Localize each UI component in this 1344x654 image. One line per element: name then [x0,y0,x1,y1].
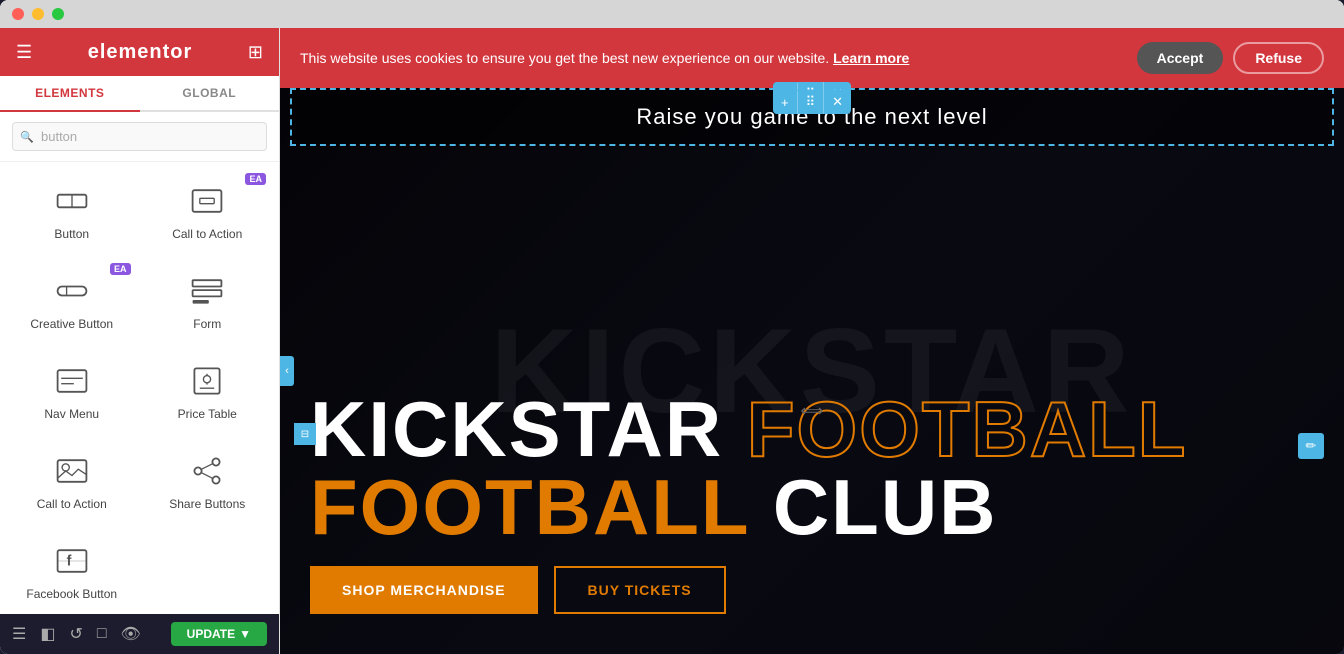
widget-price-table[interactable]: Price Table [140,346,276,436]
minimize-dot[interactable] [32,8,44,20]
widget-form[interactable]: Form [140,256,276,346]
learn-more-link[interactable]: Learn more [833,50,909,66]
edit-widget-btn[interactable]: ✏ [1298,433,1324,459]
resize-handle[interactable]: ⟺ [801,401,824,421]
nav-icon [52,361,92,401]
title-bar [0,0,1344,28]
share-icon [187,451,227,491]
grid-icon[interactable]: ⊞ [248,42,263,63]
search-bar [0,112,279,162]
widget-button-label: Button [54,227,89,241]
fb-icon: f [52,541,92,581]
preview-icon[interactable]: 👁 [121,624,141,644]
chevron-down-icon: ▼ [239,627,251,641]
layers-icon[interactable]: ◧ [40,624,55,644]
hamburger-icon[interactable]: ☰ [16,42,32,63]
close-row-btn[interactable]: ✕ [824,90,851,114]
hero-title-right: CLUB [773,463,998,551]
widget-share-buttons[interactable]: Share Buttons [140,436,276,526]
refuse-button[interactable]: Refuse [1233,42,1324,74]
search-input[interactable] [12,122,267,151]
accept-button[interactable]: Accept [1137,42,1224,74]
widget-form-label: Form [193,317,221,331]
widget-facebook-button[interactable]: f Facebook Button [4,526,140,614]
widget-share-label: Share Buttons [169,497,245,511]
tab-global[interactable]: GLOBAL [140,76,280,110]
buy-tickets-button[interactable]: BUY TICKETS [554,566,726,614]
creative-btn-icon [52,271,92,311]
update-button[interactable]: UPDATE ▼ [171,622,267,646]
widget-call-to-action[interactable]: EA Call to Action [140,166,276,256]
window: ☰ elementor ⊞ ELEMENTS GLOBAL [0,0,1344,654]
button-icon [52,181,92,221]
add-row-btn[interactable]: + [773,91,798,114]
svg-text:f: f [66,554,71,570]
tab-elements[interactable]: ELEMENTS [0,76,140,112]
cookie-text: This website uses cookies to ensure you … [300,50,909,66]
widget-creative-btn-label: Creative Button [30,317,113,331]
close-dot[interactable] [12,8,24,20]
canvas-area: This website uses cookies to ensure you … [280,28,1344,654]
canvas-content: KICKSTAR Raise you game to the next leve… [280,88,1344,654]
hero-title-mid: FOOTBALL [747,385,1186,473]
cta2-icon [52,451,92,491]
hero-buttons: SHOP MERCHANDISE BUY TICKETS [310,566,1314,614]
move-row-btn[interactable]: ⠿ [798,90,825,114]
widget-fb-label: Facebook Button [26,587,117,601]
widget-button[interactable]: Button [4,166,140,256]
hero-title-left: KICKSTAR [310,385,723,473]
widget-cta-label: Call to Action [172,227,242,241]
widget-grid: Button EA Call to Action EA [0,162,279,614]
history-icon[interactable]: ↺ [69,624,82,644]
sidebar: ☰ elementor ⊞ ELEMENTS GLOBAL [0,28,280,654]
expand-dot[interactable] [52,8,64,20]
cookie-banner: This website uses cookies to ensure you … [280,28,1344,88]
shop-merchandise-button[interactable]: SHOP MERCHANDISE [310,566,538,614]
widget-price-label: Price Table [178,407,237,421]
section-toolbar-mid: + ⠿ ✕ [773,90,851,114]
ea-badge: EA [245,173,266,185]
sidebar-header: ☰ elementor ⊞ [0,28,279,76]
column-handle[interactable]: ⊟ [294,423,316,445]
ea-badge-2: EA [110,263,131,275]
settings-icon[interactable]: ☰ [12,624,26,644]
form-icon [187,271,227,311]
collapse-handle[interactable]: ‹ [280,356,294,386]
cta-icon [187,181,227,221]
cookie-buttons: Accept Refuse [1137,42,1324,74]
widget-cta2-label: Call to Action [37,497,107,511]
widget-nav-menu[interactable]: Nav Menu [4,346,140,436]
price-icon [187,361,227,401]
sidebar-logo: elementor [88,41,193,64]
widget-creative-button[interactable]: EA Creative Button [4,256,140,346]
widget-nav-label: Nav Menu [44,407,99,421]
hero-title-mid-text: FOOTBALL [310,463,773,551]
hero-section[interactable]: KICKSTAR Raise you game to the next leve… [280,88,1344,654]
sidebar-tabs: ELEMENTS GLOBAL [0,76,279,112]
responsive-icon[interactable]: □ [97,625,107,643]
sidebar-bottom: ☰ ◧ ↺ □ 👁 UPDATE ▼ [0,614,279,654]
widget-call-to-action-2[interactable]: Call to Action [4,436,140,526]
